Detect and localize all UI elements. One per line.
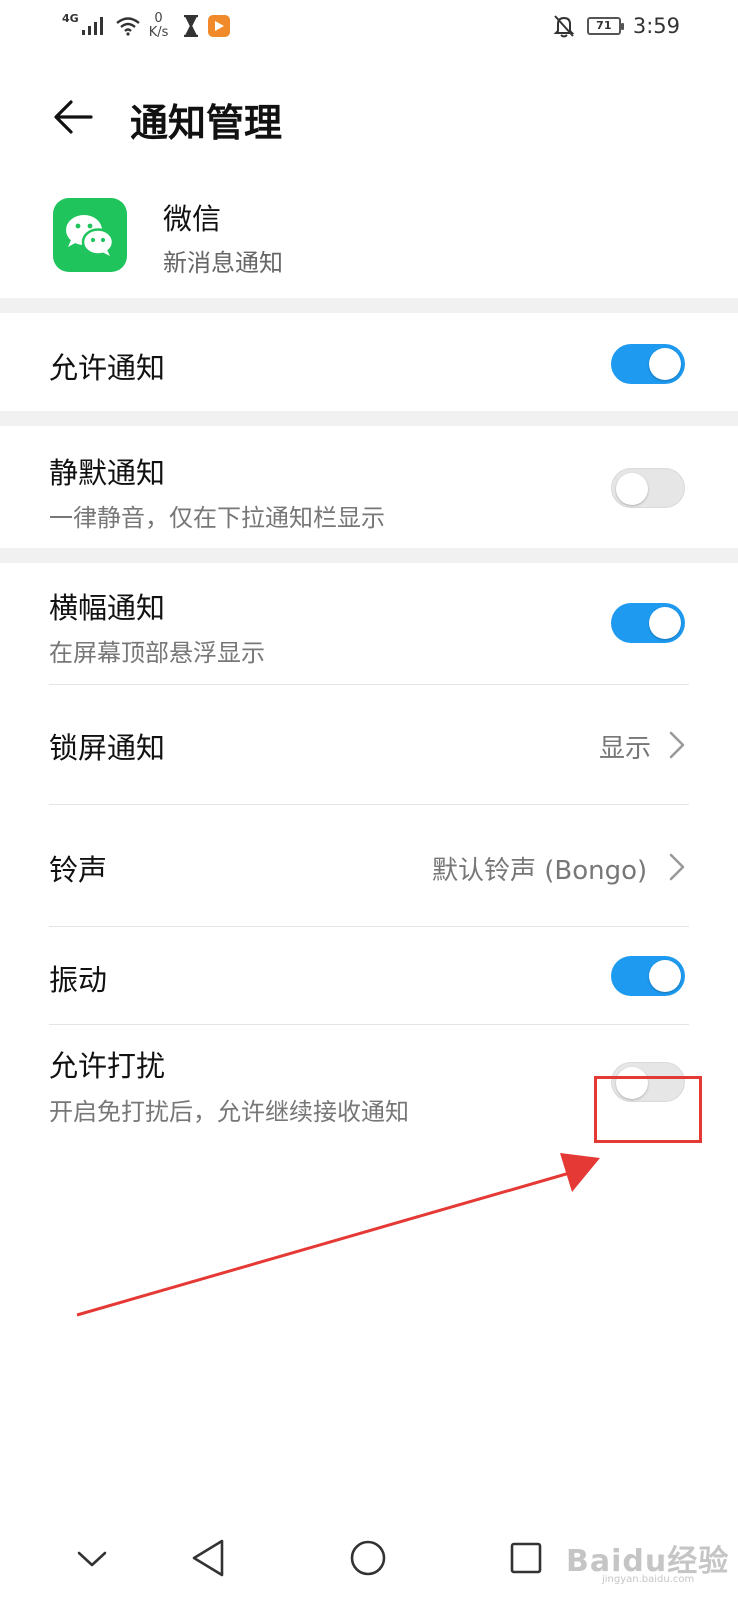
home-circle-icon[interactable] — [348, 1538, 388, 1578]
baidu-watermark-url: jingyan.baidu.com — [602, 1574, 695, 1585]
back-triangle-icon[interactable] — [190, 1538, 226, 1578]
collapse-chevron-icon[interactable] — [76, 1550, 108, 1570]
recents-square-icon[interactable] — [508, 1540, 544, 1576]
annotation-arrow — [76, 1153, 600, 1317]
